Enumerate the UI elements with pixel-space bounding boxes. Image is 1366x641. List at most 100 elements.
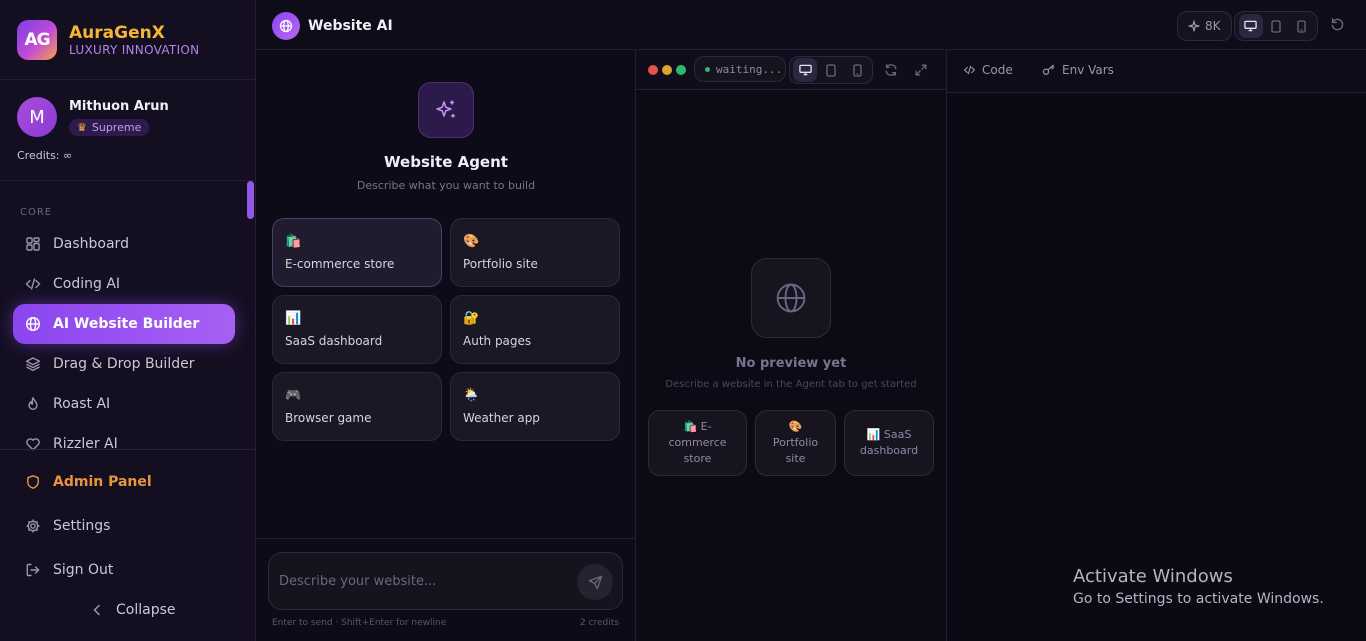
page-title-text: Website AI [308, 18, 393, 34]
undo-icon [1330, 17, 1345, 32]
template-card[interactable]: 🌦️ Weather app [450, 372, 620, 441]
preview-device-toggle [789, 56, 873, 84]
refresh-button[interactable] [884, 63, 898, 77]
tablet-view-button[interactable] [819, 58, 843, 82]
prompt-box [268, 552, 623, 610]
globe-icon [25, 316, 41, 332]
key-icon [1042, 64, 1062, 76]
sidebar-item-label: Dashboard [53, 236, 129, 252]
sidebar-item-drag-drop-builder[interactable]: Drag & Drop Builder [13, 344, 235, 384]
divider [0, 449, 255, 450]
user-profile[interactable]: M Mithuon Arun ♛ Supreme [17, 97, 169, 137]
crown-icon: ♛ [77, 120, 87, 134]
agent-subtitle: Describe what you want to build [356, 179, 536, 192]
sparkles-icon [418, 82, 474, 138]
template-card[interactable]: 🛍️ E-commerce store [272, 218, 442, 287]
sidebar-item-label: Drag & Drop Builder [53, 356, 195, 372]
bar-chart-icon: 📊 [285, 311, 302, 326]
sidebar-item-label: Settings [53, 518, 111, 534]
collapse-label: Collapse [116, 602, 176, 618]
shopping-bags-icon: 🛍️ [285, 234, 302, 249]
status-text: waiting... [716, 62, 783, 76]
reset-button[interactable] [1330, 17, 1345, 32]
weather-icon: 🌦️ [463, 388, 480, 403]
quick-start-chip[interactable]: 🎨 Portfolio site [755, 410, 836, 476]
grid-icon [25, 236, 41, 252]
input-hint: Enter to send · Shift+Enter for newline [272, 618, 447, 628]
preview-status: waiting... [694, 56, 786, 82]
divider [0, 180, 255, 181]
template-card[interactable]: 🔐 Auth pages [450, 295, 620, 364]
refresh-icon [884, 63, 898, 77]
quick-start-chip[interactable]: 🛍️ E-commerce store [648, 410, 747, 476]
brand-logo: AG [17, 20, 57, 60]
template-label: E-commerce store [285, 257, 395, 271]
chevron-left-icon [92, 604, 102, 616]
template-card[interactable]: 📊 SaaS dashboard [272, 295, 442, 364]
divider [256, 538, 635, 539]
sidebar-item-label: Roast AI [53, 396, 111, 412]
credit-cost: 2 credits [579, 618, 619, 628]
desktop-view-button[interactable] [1238, 14, 1263, 38]
code-icon [25, 276, 41, 292]
sidebar-item-ai-website-builder[interactable]: AI Website Builder [13, 304, 235, 344]
sidebar-item-label: Admin Panel [53, 474, 152, 490]
user-name: Mithuon Arun [69, 98, 169, 114]
template-label: Browser game [285, 411, 372, 425]
quality-button[interactable]: 8K [1177, 11, 1232, 41]
bar-chart-icon: 📊 [866, 428, 881, 441]
brand-tagline: LUXURY INNOVATION [69, 43, 200, 57]
empty-title: No preview yet [735, 356, 847, 371]
preview-panel: waiting... No preview yet Describe a web… [636, 50, 947, 641]
tab-label: Code [982, 63, 1013, 77]
palette-icon: 🎨 [463, 234, 480, 249]
send-button[interactable] [577, 564, 613, 600]
brand[interactable]: AG AuraGenX LUXURY INNOVATION [17, 19, 199, 61]
sidebar-item-coding-ai[interactable]: Coding AI [13, 264, 235, 304]
tablet-view-button[interactable] [1264, 14, 1288, 38]
shield-icon [25, 474, 41, 490]
template-card[interactable]: 🎨 Portfolio site [450, 218, 620, 287]
credits: Credits: ∞ [17, 149, 73, 162]
sparkle-icon [1188, 20, 1205, 32]
window-dot-green [676, 65, 686, 75]
mobile-view-button[interactable] [1289, 14, 1313, 38]
tab-env-vars[interactable]: Env Vars [1042, 63, 1114, 77]
divider [0, 79, 255, 80]
sidebar-item-label: Coding AI [53, 276, 121, 292]
gamepad-icon: 🎮 [285, 388, 302, 403]
palette-icon: 🎨 [788, 420, 803, 433]
badge-label: Supreme [91, 120, 142, 134]
sidebar-item-dashboard[interactable]: Dashboard [13, 224, 235, 264]
window-dot-yellow [662, 65, 672, 75]
template-card[interactable]: 🎮 Browser game [272, 372, 442, 441]
lock-icon: 🔐 [463, 311, 480, 326]
sidebar-item-sign-out[interactable]: Sign Out [13, 550, 235, 590]
collapse-button[interactable]: Collapse [92, 602, 176, 618]
sidebar: AG AuraGenX LUXURY INNOVATION M Mithuon … [0, 0, 256, 641]
quick-start-chip[interactable]: 📊 SaaS dashboard [844, 410, 934, 476]
sidebar-item-label: Sign Out [53, 562, 114, 578]
template-label: Auth pages [463, 334, 532, 348]
sign-out-icon [25, 562, 41, 578]
sidebar-item-label: AI Website Builder [53, 316, 200, 332]
globe-icon [272, 12, 300, 40]
template-label: Portfolio site [463, 257, 538, 271]
template-label: SaaS dashboard [285, 334, 383, 348]
sidebar-item-settings[interactable]: Settings [13, 506, 235, 546]
status-dot [705, 66, 710, 72]
sidebar-scrollbar[interactable] [247, 181, 254, 219]
sidebar-item-admin-panel[interactable]: Admin Panel [13, 462, 235, 502]
agent-panel: Website Agent Describe what you want to … [256, 50, 636, 641]
desktop-view-button[interactable] [793, 58, 817, 82]
fullscreen-button[interactable] [914, 63, 928, 77]
code-tabs: Code Env Vars [947, 50, 1366, 93]
expand-icon [914, 63, 928, 77]
mobile-view-button[interactable] [845, 58, 869, 82]
tab-code[interactable]: Code [963, 63, 1013, 77]
sidebar-item-rizzler-ai[interactable]: Rizzler AI [13, 434, 235, 454]
topbar: Website AI 8K [256, 0, 1366, 50]
chip-label: E-commerce store [668, 420, 727, 465]
prompt-input[interactable] [279, 571, 559, 591]
sidebar-item-roast-ai[interactable]: Roast AI [13, 384, 235, 424]
